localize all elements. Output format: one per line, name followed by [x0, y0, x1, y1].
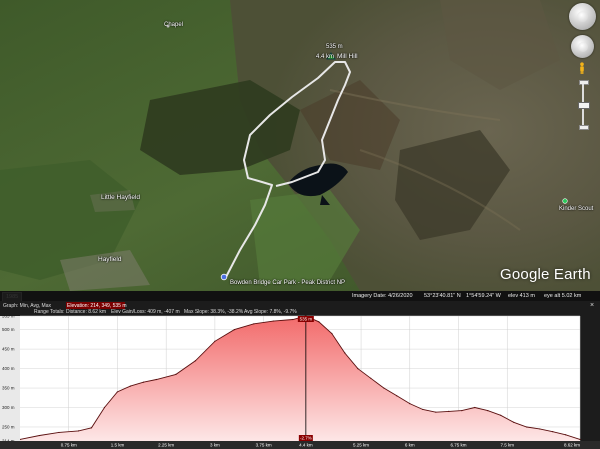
elevation-point — [318, 321, 320, 323]
elevation-point — [344, 352, 346, 354]
elevation-point — [233, 329, 235, 331]
cursor-slope-badge: -2.7% — [298, 435, 313, 441]
elevation-point — [435, 411, 437, 413]
y-tick-label: 450 m — [2, 347, 15, 352]
elevation-point — [331, 332, 333, 335]
summit-distance-label: 4.4 km — [316, 54, 335, 60]
elevation-point — [77, 430, 80, 432]
look-around-control[interactable] — [569, 3, 596, 30]
x-tick-label: 8.62 km — [564, 443, 580, 448]
zoom-slider[interactable] — [578, 80, 590, 130]
zoom-out-button[interactable] — [579, 125, 589, 130]
elevation-point — [448, 410, 450, 413]
x-tick-label: 5.25 km — [353, 443, 369, 448]
cursor-elevation-badge: 535 m — [297, 316, 314, 322]
elevation-point — [579, 438, 581, 441]
elevation-point — [155, 378, 158, 381]
kinder-scout-label[interactable]: Kinder Scout — [559, 206, 593, 212]
elevation-point — [214, 340, 216, 342]
elevation-point — [292, 318, 294, 321]
zoom-in-button[interactable] — [579, 80, 589, 85]
longitude-readout: 1°54'59.24" W — [466, 293, 501, 299]
pan-arrows-icon — [577, 41, 588, 52]
elevation-point — [513, 421, 515, 423]
elevation-point — [272, 320, 274, 322]
x-tick-label: 2.25 km — [158, 443, 174, 448]
elevation-point — [487, 410, 489, 412]
elevation-point — [253, 323, 255, 325]
x-tick-label: 3.75 km — [256, 443, 272, 448]
elevation-point — [526, 426, 528, 428]
x-tick-label: 3 km — [210, 443, 220, 448]
move-control[interactable] — [571, 35, 594, 58]
elevation-point — [194, 360, 197, 362]
satellite-map-view[interactable]: 535 m 4.4 km Mill Hill Chapel Little Hay… — [0, 0, 600, 291]
elevation-point — [129, 385, 132, 387]
elevation-point — [116, 391, 119, 393]
elevation-point — [38, 434, 41, 437]
pegman-icon[interactable] — [578, 62, 586, 74]
imagery-date: Imagery Date: 4/26/2020 — [352, 293, 413, 299]
elevation-point — [383, 387, 385, 389]
elevation-point — [552, 431, 554, 433]
x-tick-label: 1.5 km — [111, 443, 125, 448]
eye-icon — [576, 10, 589, 23]
elevation-point — [474, 406, 476, 409]
x-tick-label: 6 km — [405, 443, 415, 448]
elevation-point — [370, 377, 372, 379]
little-hayfield-label[interactable]: Little Hayfield — [101, 194, 140, 201]
zoom-slider-thumb[interactable] — [578, 102, 590, 109]
elevation-point — [103, 406, 106, 409]
hayfield-label[interactable]: Hayfield — [98, 256, 121, 263]
elevation-chart[interactable]: 214 m250 m300 m350 m400 m450 m500 m535 m… — [0, 314, 600, 449]
elevation-profile-panel: Graph: Min, Avg, Max Elevation: 214, 349… — [0, 301, 600, 449]
elevation-point — [58, 431, 60, 434]
elevation-point — [175, 373, 177, 376]
elevation-point — [422, 408, 424, 411]
elevation-point — [396, 395, 398, 397]
y-tick-label: 350 m — [2, 386, 15, 391]
elevation-readout: elev 413 m — [508, 293, 535, 299]
x-tick-label: 7.5 km — [500, 443, 514, 448]
y-tick-label: 500 m — [2, 327, 15, 332]
y-tick-label: 250 m — [2, 425, 15, 430]
x-tick-label: 0.75 km — [61, 443, 77, 448]
eye-altitude-readout: eye alt 5.02 km — [544, 293, 582, 299]
latitude-readout: 53°23'40.81" N — [424, 293, 461, 299]
svg-text:-2.7%: -2.7% — [300, 436, 312, 441]
svg-text:535 m: 535 m — [300, 317, 313, 322]
car-park-label[interactable]: Bowden Bridge Car Park - Peak District N… — [230, 280, 345, 286]
summit-elevation-label: 535 m — [326, 44, 343, 50]
elevation-point — [142, 381, 145, 383]
y-tick-label: 300 m — [2, 405, 15, 410]
y-tick-label: 400 m — [2, 366, 15, 371]
close-profile-button[interactable]: × — [588, 302, 596, 310]
x-tick-label: 6.75 km — [451, 443, 467, 448]
elevation-point — [90, 427, 93, 429]
elevation-point — [461, 410, 463, 412]
chapel-label[interactable]: Chapel — [164, 22, 183, 28]
x-tick-label: 4.4 km — [299, 443, 313, 448]
elevation-point — [539, 428, 541, 430]
elevation-point — [357, 367, 359, 370]
y-tick-label: 535 m — [2, 314, 15, 319]
google-earth-logo: Google Earth — [500, 266, 591, 283]
terrain-imagery — [0, 0, 600, 291]
google-earth-window: 535 m 4.4 km Mill Hill Chapel Little Hay… — [0, 0, 600, 449]
mill-hill-label[interactable]: Mill Hill — [337, 53, 358, 60]
elevation-point — [500, 414, 502, 416]
elevation-point — [565, 434, 567, 436]
elevation-point — [409, 403, 411, 405]
status-bar: Imagery Date: 4/26/2020 53°23'40.81" N 1… — [0, 291, 600, 301]
